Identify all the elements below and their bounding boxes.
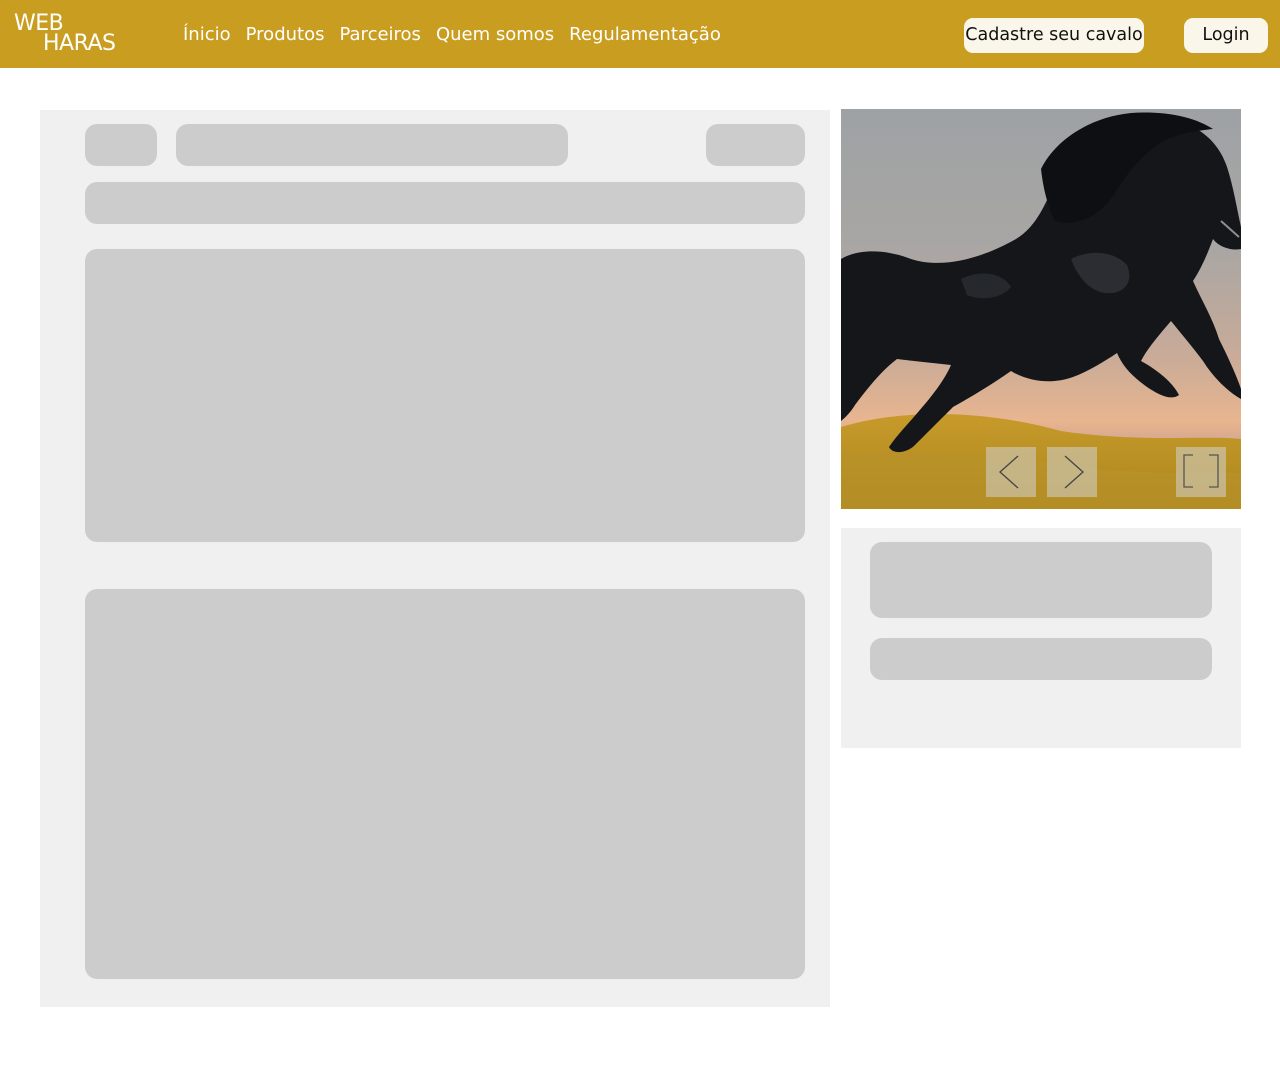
skeleton-side-block	[870, 542, 1212, 618]
skeleton-block-top	[85, 249, 805, 542]
chevron-left-icon	[999, 455, 1019, 489]
skeleton-title	[176, 124, 568, 166]
gallery-fullscreen-button[interactable]	[1176, 447, 1226, 497]
skeleton-block-bottom	[85, 589, 805, 979]
nav-link-regulamentacao[interactable]: Regulamentação	[569, 22, 721, 48]
side-info-panel	[841, 528, 1241, 748]
skeleton-small	[85, 124, 157, 166]
logo[interactable]: WEB HARAS	[14, 12, 124, 56]
skeleton-action	[706, 124, 805, 166]
nav-link-produtos[interactable]: Produtos	[246, 22, 325, 48]
main-content-panel	[40, 110, 830, 1007]
chevron-right-icon	[1064, 455, 1084, 489]
top-navbar: WEB HARAS Ínicio Produtos Parceiros Quem…	[0, 0, 1280, 68]
skeleton-side-line	[870, 638, 1212, 680]
nav-link-parceiros[interactable]: Parceiros	[339, 22, 420, 48]
logo-line-haras: HARAS	[43, 31, 116, 56]
horse-image-gallery[interactable]	[841, 109, 1241, 509]
skeleton-line	[85, 182, 805, 224]
gallery-next-button[interactable]	[1047, 447, 1097, 497]
fullscreen-icon	[1183, 454, 1219, 488]
main-nav: Ínicio Produtos Parceiros Quem somos Reg…	[183, 22, 721, 48]
nav-link-inicio[interactable]: Ínicio	[183, 22, 231, 48]
gallery-prev-button[interactable]	[986, 447, 1036, 497]
nav-link-quem-somos[interactable]: Quem somos	[436, 22, 554, 48]
register-horse-button[interactable]: Cadastre seu cavalo	[964, 18, 1144, 53]
login-button[interactable]: Login	[1184, 18, 1268, 53]
